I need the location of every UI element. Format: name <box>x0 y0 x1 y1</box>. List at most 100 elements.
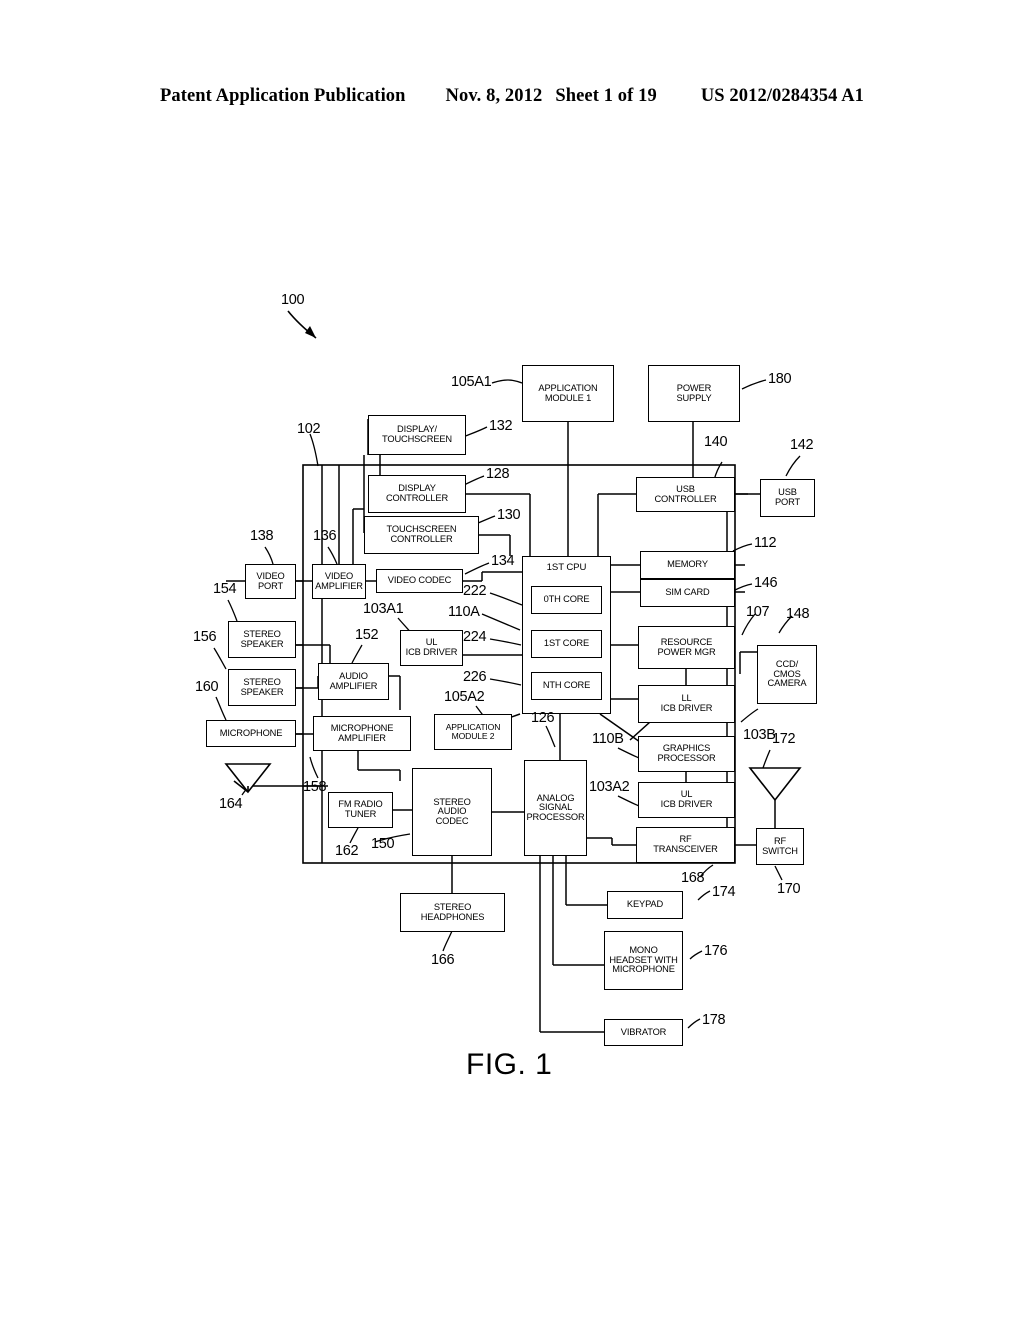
ref-132: 132 <box>489 418 513 434</box>
ref-178: 178 <box>702 1012 726 1028</box>
ref-103B: 103B <box>743 727 776 743</box>
ul-icb-driver-a1-label-line2: ICB DRIVER <box>405 647 458 657</box>
fm-radio-tuner-block[interactable]: FM RADIO TUNER <box>328 792 393 828</box>
mono-headset-block[interactable]: MONO HEADSET WITH MICROPHONE <box>604 931 683 990</box>
ref-226: 226 <box>463 669 487 685</box>
rf-switch-block[interactable]: RF SWITCH <box>756 828 804 865</box>
ref-148: 148 <box>786 606 810 622</box>
keypad-label: KEYPAD <box>626 899 664 910</box>
ref-172: 172 <box>772 731 796 747</box>
nth-core-block[interactable]: NTH CORE <box>531 672 602 700</box>
stereo-audio-codec-block[interactable]: STEREO AUDIO CODEC <box>412 768 492 856</box>
zeroth-core-block[interactable]: 0TH CORE <box>531 586 602 614</box>
stereo-speaker-2-block[interactable]: STEREO SPEAKER <box>228 669 296 706</box>
analog-signal-processor-block[interactable]: ANALOG SIGNAL PROCESSOR <box>524 760 587 856</box>
ref-154: 154 <box>213 581 237 597</box>
microphone-block[interactable]: MICROPHONE <box>206 720 296 747</box>
vibrator-label: VIBRATOR <box>620 1026 667 1037</box>
ref-222: 222 <box>463 583 487 599</box>
microphone-amplifier-label-line2: AMPLIFIER <box>338 732 386 743</box>
first-cpu-label: 1ST CPU <box>546 562 587 573</box>
ref-150: 150 <box>371 836 395 852</box>
first-core-block[interactable]: 1ST CORE <box>531 630 602 658</box>
usb-controller-block[interactable]: USB CONTROLLER <box>636 477 735 512</box>
ref-138: 138 <box>250 528 274 544</box>
ll-icb-driver-block[interactable]: LL ICB DRIVER <box>638 685 735 723</box>
rf-antenna-symbol <box>748 767 802 802</box>
figure-caption: FIG. 1 <box>466 1048 553 1081</box>
ul-icb-driver-a2-block[interactable]: UL ICB DRIVER <box>638 782 735 818</box>
graphics-processor-block[interactable]: GRAPHICS PROCESSOR <box>638 736 735 772</box>
ul-icb-driver-a2-label-line2: ICB DRIVER <box>660 799 713 809</box>
stereo-audio-codec-label-line3: CODEC <box>435 815 469 826</box>
mono-headset-label-line3: MICROPHONE <box>612 964 675 975</box>
ref-174: 174 <box>712 884 736 900</box>
power-supply-label-line2: SUPPLY <box>676 392 712 403</box>
ref-107: 107 <box>746 604 770 620</box>
ref-110A: 110A <box>448 604 480 620</box>
ref-105A1: 105A1 <box>451 374 492 390</box>
application-module-2-block[interactable]: APPLICATION MODULE 2 <box>434 714 512 750</box>
video-amplifier-block[interactable]: VIDEO AMPLIFIER <box>312 564 366 599</box>
power-supply-block[interactable]: POWER SUPPLY <box>648 365 740 422</box>
ref-162: 162 <box>335 843 359 859</box>
application-module-1-block[interactable]: APPLICATION MODULE 1 <box>522 365 614 422</box>
display-controller-block[interactable]: DISPLAY CONTROLLER <box>368 475 466 513</box>
resource-power-mgr-label-line2: POWER MGR <box>657 646 716 657</box>
microphone-label: MICROPHONE <box>219 727 283 738</box>
stereo-headphones-block[interactable]: STEREO HEADPHONES <box>400 893 505 932</box>
ref-158: 158 <box>303 779 327 795</box>
rf-transceiver-block[interactable]: RF TRANSCEIVER <box>636 827 735 863</box>
ref-136: 136 <box>313 528 337 544</box>
ref-102: 102 <box>297 421 321 437</box>
sim-card-block[interactable]: SIM CARD <box>640 579 735 607</box>
ccd-cmos-camera-label-line3: CAMERA <box>767 678 807 689</box>
block-diagram: APPLICATION MODULE 1 POWER SUPPLY DISPLA… <box>0 0 1024 1320</box>
ref-146: 146 <box>754 575 778 591</box>
ref-100: 100 <box>281 292 305 308</box>
ref-164: 164 <box>219 796 243 812</box>
display-controller-label-line2: CONTROLLER <box>385 493 449 503</box>
ref-134: 134 <box>491 553 515 569</box>
display-touchscreen-block[interactable]: DISPLAY/ TOUCHSCREEN <box>368 415 466 455</box>
analog-signal-processor-label-line3: PROCESSOR <box>526 811 585 822</box>
usb-port-block[interactable]: USB PORT <box>760 479 815 517</box>
rf-switch-label-line2: SWITCH <box>762 845 798 856</box>
fm-antenna-symbol <box>224 763 272 794</box>
ul-icb-driver-a1-block[interactable]: UL ICB DRIVER <box>400 630 463 666</box>
keypad-block[interactable]: KEYPAD <box>607 891 683 919</box>
stereo-speaker-1-label-line2: SPEAKER <box>240 638 284 649</box>
first-core-label: 1ST CORE <box>543 638 590 649</box>
ccd-cmos-camera-block[interactable]: CCD/ CMOS CAMERA <box>757 645 817 704</box>
ref-170: 170 <box>777 881 801 897</box>
stereo-speaker-2-label-line2: SPEAKER <box>240 686 284 697</box>
video-codec-block[interactable]: VIDEO CODEC <box>376 569 463 593</box>
ref-152: 152 <box>355 627 379 643</box>
ref-103A1: 103A1 <box>363 601 404 617</box>
memory-block[interactable]: MEMORY <box>640 551 735 579</box>
resource-power-mgr-block[interactable]: RESOURCE POWER MGR <box>638 626 735 669</box>
touchscreen-controller-block[interactable]: TOUCHSCREEN CONTROLLER <box>364 516 479 554</box>
ref-160: 160 <box>195 679 219 695</box>
stereo-speaker-1-block[interactable]: STEREO SPEAKER <box>228 621 296 658</box>
video-codec-label: VIDEO CODEC <box>387 575 452 586</box>
stereo-headphones-label-line2: HEADPHONES <box>420 911 485 922</box>
application-module-2-label-line2: MODULE 2 <box>451 731 495 741</box>
ll-icb-driver-label-line2: ICB DRIVER <box>660 703 713 713</box>
vibrator-block[interactable]: VIBRATOR <box>604 1019 683 1046</box>
video-port-block[interactable]: VIDEO PORT <box>245 564 296 599</box>
usb-controller-label-line2: CONTROLLER <box>654 493 717 504</box>
usb-port-label-line2: PORT <box>774 497 801 507</box>
audio-amplifier-label-line2: AMPLIFIER <box>329 680 378 691</box>
ref-176: 176 <box>704 943 728 959</box>
nth-core-label: NTH CORE <box>542 680 591 691</box>
touchscreen-controller-label-line2: CONTROLLER <box>390 534 453 544</box>
fm-radio-tuner-label-line2: TUNER <box>344 809 377 819</box>
rf-transceiver-label-line2: TRANSCEIVER <box>653 844 718 854</box>
ref-142: 142 <box>790 437 814 453</box>
connector-lines <box>213 310 802 1033</box>
ref-156: 156 <box>193 629 217 645</box>
microphone-amplifier-block[interactable]: MICROPHONE AMPLIFIER <box>313 716 411 751</box>
audio-amplifier-block[interactable]: AUDIO AMPLIFIER <box>318 663 389 700</box>
ref-110B: 110B <box>592 731 624 747</box>
